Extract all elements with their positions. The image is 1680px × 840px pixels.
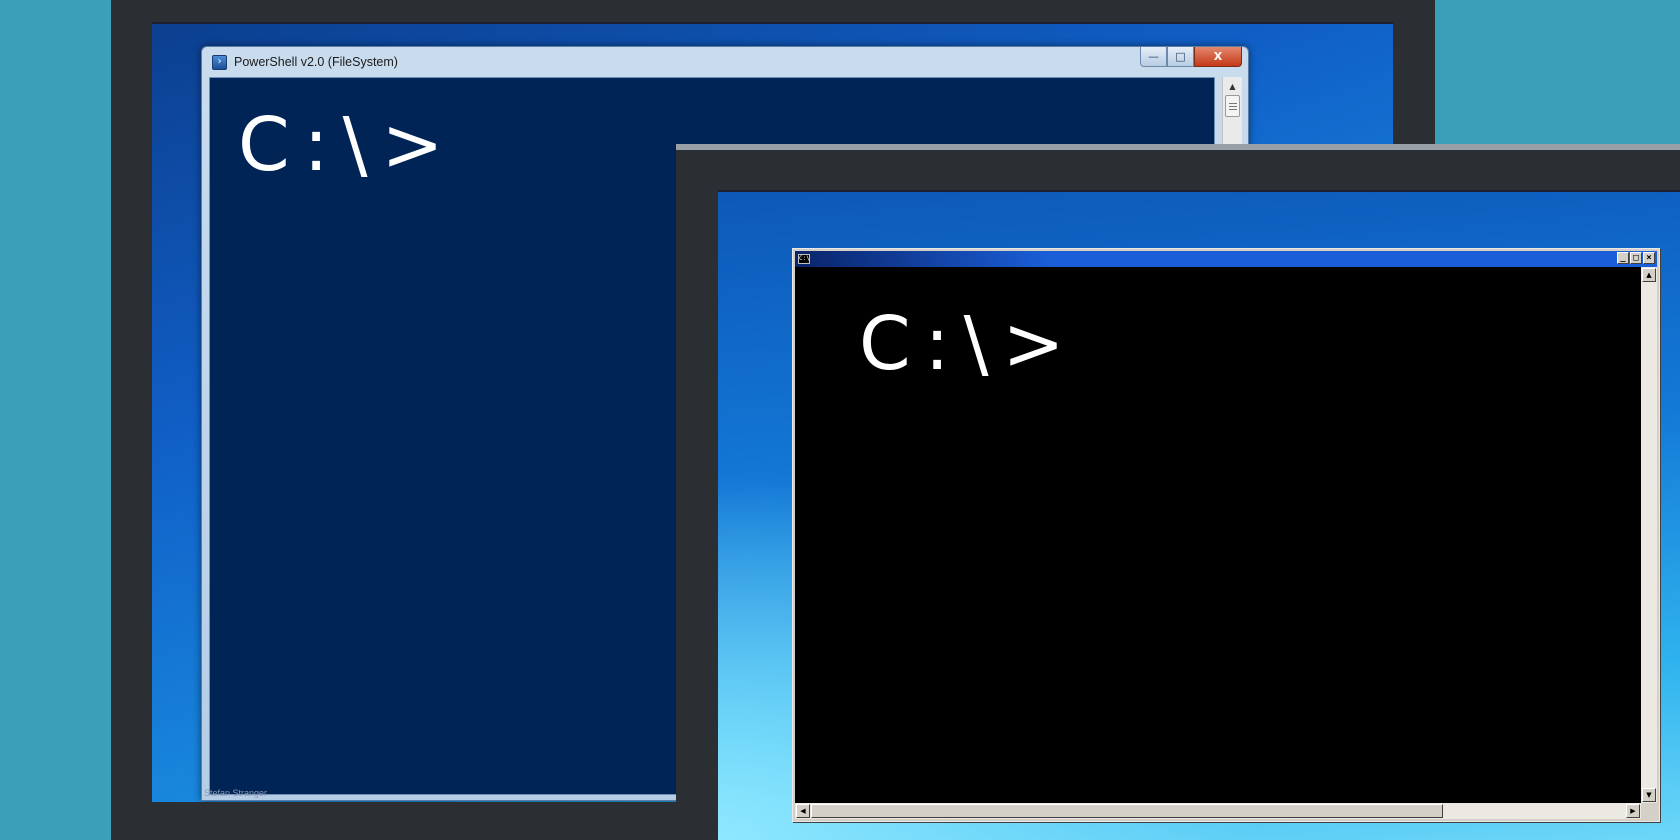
- powershell-icon[interactable]: ›: [212, 54, 227, 70]
- close-button[interactable]: ×: [1643, 252, 1655, 264]
- cmd-window-controls: _ □ ×: [1617, 252, 1655, 264]
- minimize-button[interactable]: —: [1140, 47, 1167, 67]
- scroll-right-arrow-icon[interactable]: ▶: [1626, 804, 1640, 818]
- cmd-icon[interactable]: C:\: [798, 254, 810, 264]
- scroll-down-arrow-icon[interactable]: ▼: [1642, 788, 1656, 802]
- powershell-titlebar[interactable]: › PowerShell v2.0 (FileSystem) — □ X: [202, 47, 1248, 77]
- powershell-window-controls: — □ X: [1140, 47, 1242, 67]
- front-monitor-screen: C:\ _ □ × C:\> ▲ ▼ ◀ ▶: [718, 190, 1680, 840]
- minimize-button[interactable]: _: [1617, 252, 1629, 264]
- horizontal-scrollbar-thumb[interactable]: [811, 804, 1443, 818]
- powershell-window-title: PowerShell v2.0 (FileSystem): [234, 55, 398, 69]
- watermark-text: Stefan Stranger: [204, 788, 268, 798]
- scrollbar-thumb[interactable]: [1225, 95, 1240, 117]
- scroll-up-arrow-icon[interactable]: ▲: [1223, 77, 1242, 95]
- maximize-button[interactable]: □: [1630, 252, 1642, 264]
- cmd-horizontal-scrollbar[interactable]: ◀ ▶: [795, 803, 1641, 819]
- front-monitor: C:\ _ □ × C:\> ▲ ▼ ◀ ▶: [676, 144, 1680, 840]
- close-button[interactable]: X: [1194, 47, 1242, 67]
- cmd-console[interactable]: C:\>: [795, 267, 1641, 803]
- scroll-up-arrow-icon[interactable]: ▲: [1642, 268, 1656, 282]
- cmd-vertical-scrollbar[interactable]: ▲ ▼: [1641, 267, 1657, 803]
- resize-grip-icon[interactable]: [1641, 803, 1657, 819]
- cmd-prompt: C:\>: [859, 301, 1079, 387]
- cmd-window[interactable]: C:\ _ □ × C:\> ▲ ▼ ◀ ▶: [792, 248, 1660, 822]
- scroll-left-arrow-icon[interactable]: ◀: [796, 804, 810, 818]
- maximize-button[interactable]: □: [1167, 47, 1194, 67]
- cmd-titlebar[interactable]: C:\ _ □ ×: [795, 251, 1657, 267]
- powershell-prompt: C:\>: [238, 102, 458, 188]
